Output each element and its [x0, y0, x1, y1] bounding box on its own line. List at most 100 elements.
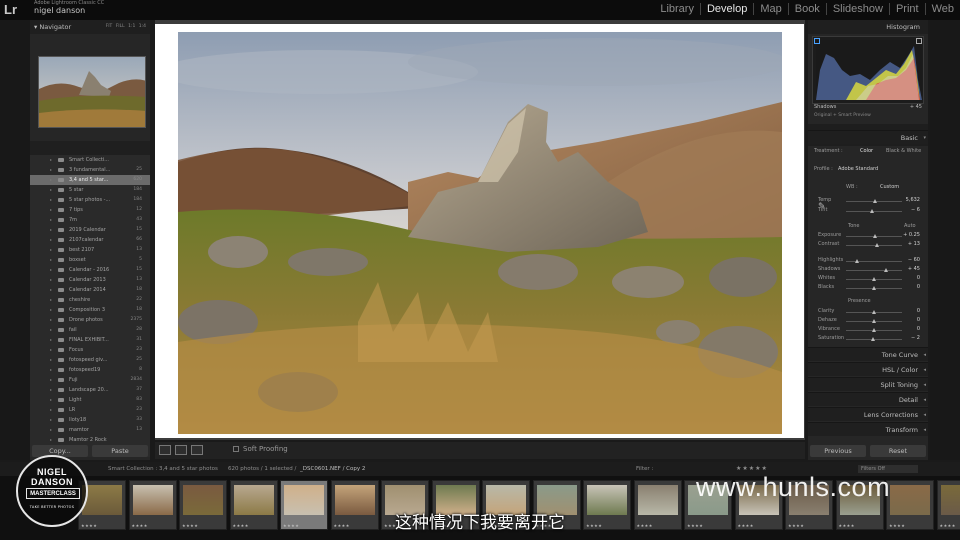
collections-header[interactable] — [30, 141, 150, 155]
collection-item[interactable]: ▸ Light 83 — [30, 395, 150, 405]
module-develop[interactable]: Develop — [699, 3, 753, 15]
collection-item[interactable]: ▸ FINAL EXHIBIT... 31 — [30, 335, 150, 345]
slider-knob[interactable] — [872, 199, 877, 203]
slider-knob[interactable] — [883, 268, 888, 272]
collection-item[interactable]: ▸ Landscape 20... 37 — [30, 385, 150, 395]
collection-item[interactable]: ▸ 5 star 184 — [30, 185, 150, 195]
slider-knob[interactable] — [854, 259, 859, 263]
histogram[interactable] — [812, 36, 924, 104]
collection-item[interactable]: ▸ Composition 3 18 — [30, 305, 150, 315]
slider-value[interactable]: + 13 — [908, 241, 920, 247]
expand-arrow-icon[interactable]: ▸ — [50, 365, 52, 375]
collection-item[interactable]: ▸ 2019 Calendar 15 — [30, 225, 150, 235]
slider-value[interactable]: 0 — [917, 275, 920, 281]
collection-item[interactable]: ▸ Drone photos 2375 — [30, 315, 150, 325]
collection-item[interactable]: ▸ Smart Collecti... — [30, 155, 150, 165]
wb-value[interactable]: Custom — [880, 184, 899, 190]
panel-header[interactable]: Tone Curve ◂ — [808, 347, 928, 361]
collection-item[interactable]: ▸ Calendar - 2016 15 — [30, 265, 150, 275]
slider-knob[interactable] — [870, 209, 875, 213]
slider-value[interactable]: 0 — [917, 317, 920, 323]
expand-arrow-icon[interactable]: ▸ — [50, 235, 52, 245]
expand-arrow-icon[interactable]: ▸ — [50, 175, 52, 185]
expand-arrow-icon[interactable]: ▸ — [50, 275, 52, 285]
slider-value[interactable]: 0 — [917, 326, 920, 332]
collection-item[interactable]: ▸ cheshire 22 — [30, 295, 150, 305]
expand-arrow-icon[interactable]: ▸ — [50, 295, 52, 305]
slider-track[interactable] — [846, 286, 902, 290]
expand-arrow-icon[interactable]: ▸ — [50, 405, 52, 415]
slider-track[interactable] — [846, 268, 902, 272]
slider-track[interactable] — [846, 234, 902, 238]
collection-item[interactable]: ▸ fail 28 — [30, 325, 150, 335]
slider-value[interactable]: 0 — [917, 284, 920, 290]
basic-header[interactable]: Basic ▾ — [808, 130, 928, 144]
panel-header[interactable]: Split Toning ◂ — [808, 377, 928, 391]
expand-arrow-icon[interactable]: ▸ — [50, 205, 52, 215]
paste-button[interactable]: Paste — [92, 445, 148, 457]
zoom-options[interactable]: FIT FILL 1:1 1:4 — [106, 20, 146, 34]
slider-knob[interactable] — [871, 286, 876, 290]
slider-value[interactable]: 0 — [917, 308, 920, 314]
slider-value[interactable]: + 0.25 — [903, 232, 920, 238]
expand-arrow-icon[interactable]: ▸ — [50, 305, 52, 315]
slider-track[interactable] — [846, 259, 902, 263]
histogram-header[interactable]: Histogram — [808, 20, 928, 34]
expand-arrow-icon[interactable]: ▸ — [50, 255, 52, 265]
collection-item[interactable]: ▸ mamtor 13 — [30, 425, 150, 435]
slider-knob[interactable] — [871, 319, 876, 323]
collection-item[interactable]: ▸ 2107calendar 66 — [30, 235, 150, 245]
expand-arrow-icon[interactable]: ▸ — [50, 245, 52, 255]
treatment-bw[interactable]: Black & White — [886, 148, 921, 154]
filmstrip-source[interactable]: Smart Collection : 3,4 and 5 star photos — [108, 462, 218, 476]
expand-arrow-icon[interactable]: ▸ — [50, 415, 52, 425]
soft-proofing-checkbox[interactable] — [233, 446, 239, 452]
slider-track[interactable] — [846, 328, 902, 332]
collection-item[interactable]: ▸ Calendar 2013 13 — [30, 275, 150, 285]
filmstrip-file[interactable]: _DSC0601.NEF / Copy 2 — [300, 462, 365, 476]
expand-arrow-icon[interactable]: ▸ — [50, 215, 52, 225]
collection-item[interactable]: ▸ 3,4 and 5 star... 620 — [30, 175, 150, 185]
panel-header[interactable]: Lens Corrections ◂ — [808, 407, 928, 421]
expand-arrow-icon[interactable]: ▸ — [50, 155, 52, 165]
collection-item[interactable]: ▸ fotospeed19 8 — [30, 365, 150, 375]
slider-track[interactable] — [846, 337, 902, 341]
expand-arrow-icon[interactable]: ▸ — [50, 185, 52, 195]
navigator-preview[interactable] — [38, 56, 146, 128]
expand-arrow-icon[interactable]: ▸ — [50, 335, 52, 345]
panel-header[interactable]: HSL / Color ◂ — [808, 362, 928, 376]
module-library[interactable]: Library — [654, 3, 700, 15]
collection-item[interactable]: ▸ Focus 23 — [30, 345, 150, 355]
collection-item[interactable]: ▸ best 2107 13 — [30, 245, 150, 255]
slider-value[interactable]: − 2 — [911, 335, 920, 341]
expand-arrow-icon[interactable]: ▸ — [50, 195, 52, 205]
slider-track[interactable] — [846, 319, 902, 323]
loupe-view-icon[interactable] — [159, 445, 171, 455]
collection-item[interactable]: ▸ Fuji 2834 — [30, 375, 150, 385]
module-book[interactable]: Book — [787, 3, 826, 15]
slider-knob[interactable] — [871, 277, 876, 281]
collection-item[interactable]: ▸ 3 fundamental... 25 — [30, 165, 150, 175]
module-print[interactable]: Print — [888, 3, 925, 15]
expand-arrow-icon[interactable]: ▸ — [50, 375, 52, 385]
expand-arrow-icon[interactable]: ▸ — [50, 325, 52, 335]
collection-item[interactable]: ▸ 5 star photos -... 184 — [30, 195, 150, 205]
expand-arrow-icon[interactable]: ▸ — [50, 385, 52, 395]
panel-header[interactable]: Detail ◂ — [808, 392, 928, 406]
slider-track[interactable] — [846, 310, 902, 314]
expand-arrow-icon[interactable]: ▸ — [50, 265, 52, 275]
treatment-color[interactable]: Color — [860, 148, 873, 154]
module-map[interactable]: Map — [753, 3, 787, 15]
slider-value[interactable]: 5,632 — [906, 197, 920, 203]
collection-item[interactable]: ▸ LR 23 — [30, 405, 150, 415]
expand-arrow-icon[interactable]: ▸ — [50, 355, 52, 365]
slider-knob[interactable] — [871, 328, 876, 332]
reset-button[interactable]: Reset — [870, 445, 926, 457]
expand-arrow-icon[interactable]: ▸ — [50, 225, 52, 235]
slider-knob[interactable] — [871, 310, 876, 314]
expand-arrow-icon[interactable]: ▸ — [50, 395, 52, 405]
before-after-split-icon[interactable] — [191, 445, 203, 455]
navigator-header[interactable]: ▾ Navigator FIT FILL 1:1 1:4 — [30, 20, 150, 34]
collection-item[interactable]: ▸ boxset 5 — [30, 255, 150, 265]
shadow-clipping-icon[interactable] — [814, 38, 820, 44]
